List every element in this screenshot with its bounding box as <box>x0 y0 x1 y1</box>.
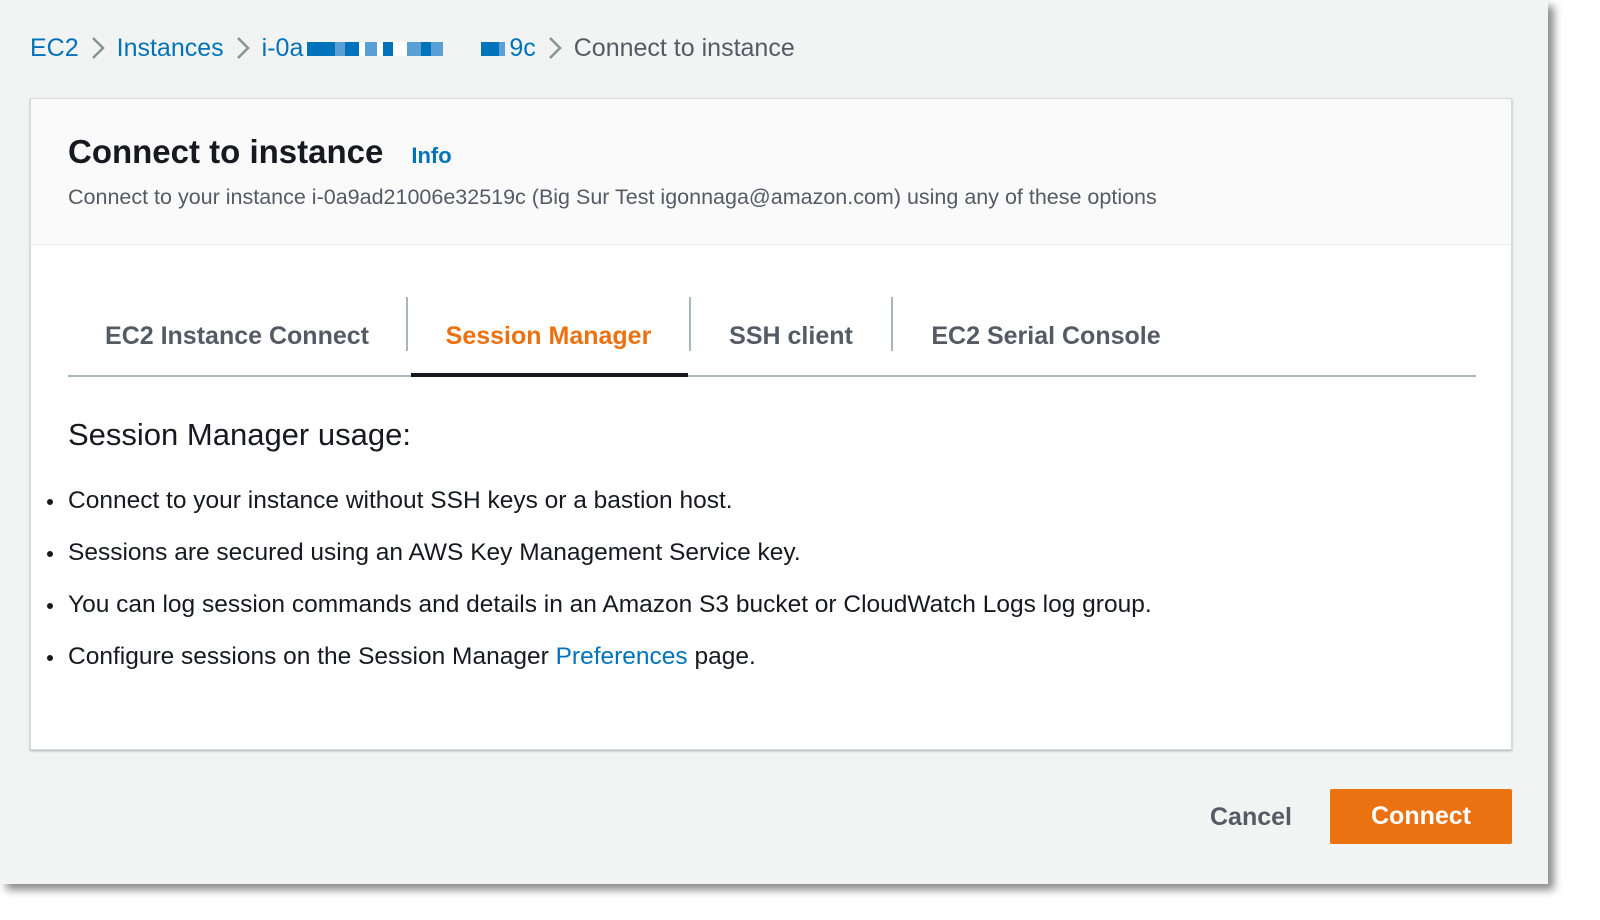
instance-id-prefix: i-0a <box>261 34 304 62</box>
configure-text-before: Configure sessions on the Session Manage… <box>68 643 556 670</box>
page-title: Connect to instance <box>68 133 384 170</box>
console-frame: EC2 Instances i-0a 9c Connect to instance… <box>0 0 1548 884</box>
panel-header: Connect to instance Info Connect to your… <box>31 99 1511 245</box>
usage-list: Connect to your instance without SSH key… <box>31 481 1152 689</box>
breadcrumb-instance-id[interactable]: i-0a 9c <box>262 28 536 68</box>
breadcrumb-ec2[interactable]: EC2 <box>30 28 79 68</box>
info-link[interactable]: Info <box>411 143 451 169</box>
redaction-mask <box>307 42 506 56</box>
breadcrumb-instances[interactable]: Instances <box>117 28 224 68</box>
chevron-right-icon <box>79 28 117 68</box>
connect-button[interactable]: Connect <box>1330 789 1512 844</box>
list-item: Sessions are secured using an AWS Key Ma… <box>31 533 1152 585</box>
tab-session-manager[interactable]: Session Manager <box>408 297 689 377</box>
tab-ssh-client[interactable]: SSH client <box>691 297 891 375</box>
breadcrumb: EC2 Instances i-0a 9c Connect to instance <box>30 28 795 68</box>
breadcrumb-current: Connect to instance <box>573 34 795 62</box>
list-item: You can log session commands and details… <box>31 585 1152 637</box>
preferences-link[interactable]: Preferences <box>556 643 688 670</box>
tab-ec2-instance-connect[interactable]: EC2 Instance Connect <box>68 297 406 375</box>
list-item: Connect to your instance without SSH key… <box>31 481 1152 533</box>
instance-id-suffix: 9c <box>509 34 536 62</box>
title-row: Connect to instance Info <box>68 133 1511 171</box>
usage-heading: Session Manager usage: <box>68 417 411 452</box>
list-item: Configure sessions on the Session Manage… <box>31 637 1152 689</box>
cancel-button[interactable]: Cancel <box>1196 790 1306 844</box>
chevron-right-icon <box>536 28 574 68</box>
page-description: Connect to your instance i-0a9ad21006e32… <box>68 185 1157 209</box>
connect-panel: Connect to instance Info Connect to your… <box>30 98 1512 750</box>
connection-tabs: EC2 Instance Connect Session Manager SSH… <box>68 297 1476 377</box>
configure-text-after: page. <box>687 643 756 670</box>
chevron-right-icon <box>224 28 262 68</box>
tab-ec2-serial-console[interactable]: EC2 Serial Console <box>893 297 1199 375</box>
